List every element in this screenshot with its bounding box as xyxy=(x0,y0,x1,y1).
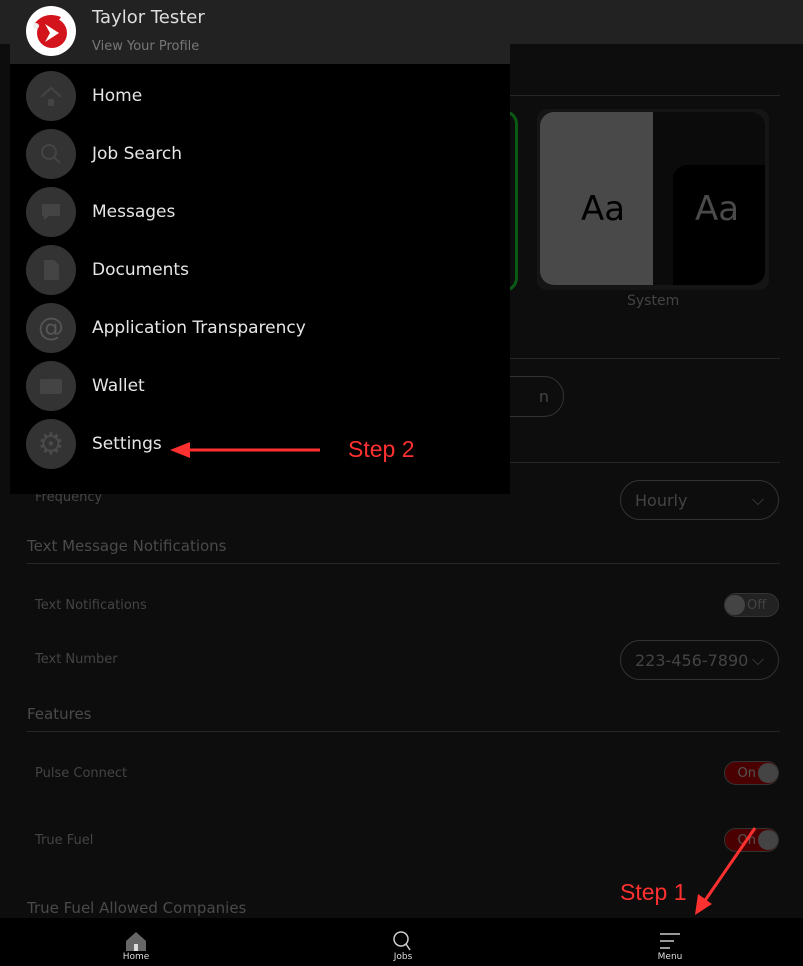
annotation-step-2: Step 2 xyxy=(348,436,415,462)
annotation-arrows xyxy=(170,442,757,915)
annotation-step-1: Step 1 xyxy=(620,879,687,905)
